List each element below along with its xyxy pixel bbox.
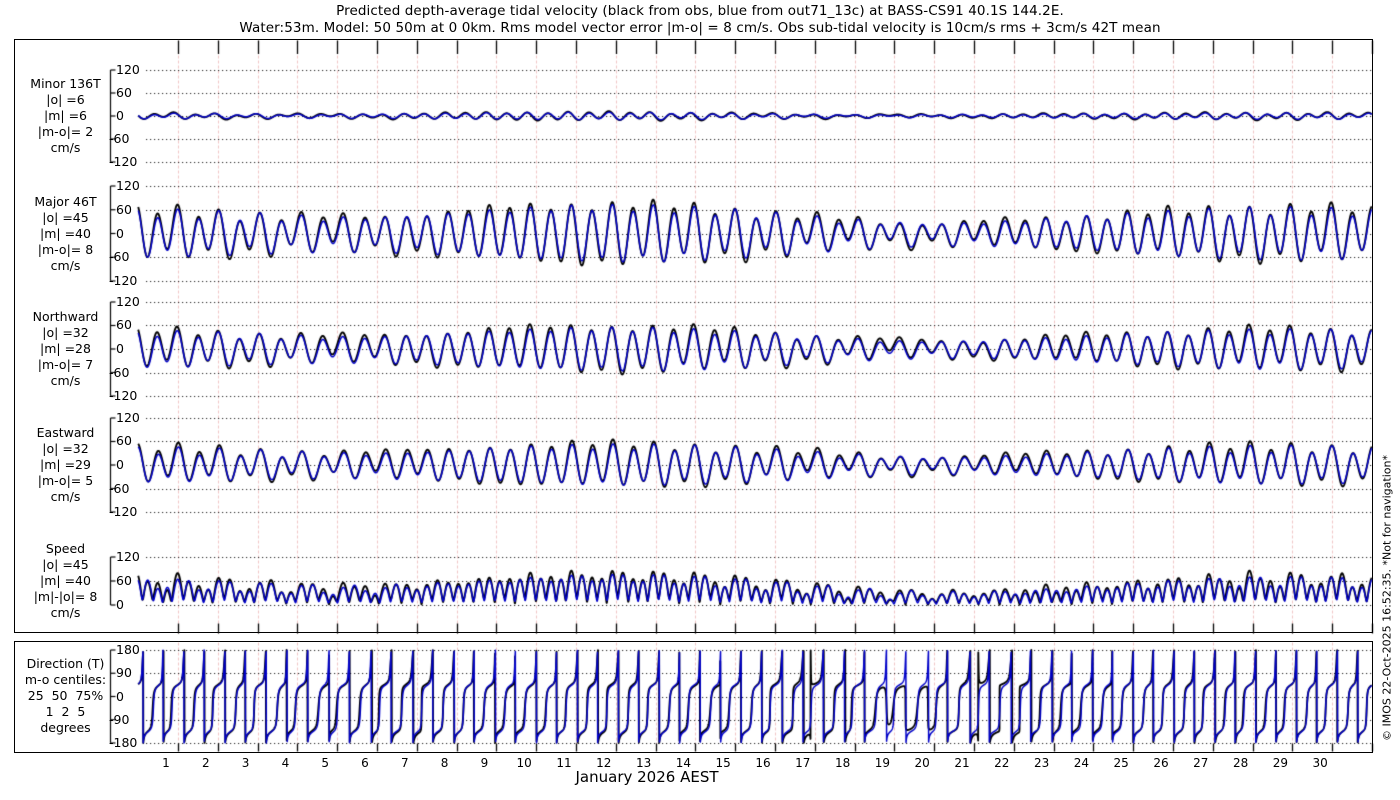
y-tick-label: 60 <box>116 202 132 218</box>
x-tick-label-day: 22 <box>989 756 1015 770</box>
y-tick-label: -180 <box>109 735 137 751</box>
panel-label-line: |o| =6 <box>0 92 131 108</box>
x-tick-label-day: 9 <box>471 756 497 770</box>
x-tick-label-day: 24 <box>1068 756 1094 770</box>
credit-watermark: © IMOS 22-Oct-2025 16:52:35. *Not for na… <box>1381 455 1394 741</box>
tidal-velocity-plot-page: Predicted depth-average tidal velocity (… <box>0 0 1400 800</box>
x-tick-label-day: 6 <box>352 756 378 770</box>
x-tick-label-day: 21 <box>949 756 975 770</box>
y-tick-label: 120 <box>116 62 140 78</box>
panel-label-speed: Speed|o| =45|m| =40|m|-|o|= 8cm/s <box>0 541 131 621</box>
panel-label-line: |m| =40 <box>0 226 131 242</box>
plot-title: Predicted depth-average tidal velocity (… <box>0 3 1400 19</box>
panel-label-line: Direction (T) <box>0 656 131 672</box>
y-tick-label: -120 <box>109 154 137 170</box>
y-tick-label: 0 <box>116 457 124 473</box>
y-tick-label: 0 <box>116 226 124 242</box>
y-tick-label: -120 <box>109 504 137 520</box>
y-tick-label: -60 <box>109 249 129 265</box>
x-tick-label-day: 10 <box>511 756 537 770</box>
velocity-panels-frame <box>14 39 1373 633</box>
y-tick-label: 0 <box>116 108 124 124</box>
x-tick-label-day: 8 <box>432 756 458 770</box>
y-tick-label: 90 <box>116 665 132 681</box>
panel-label-line: Major 46T <box>0 194 131 210</box>
panel-label-line: |o| =45 <box>0 557 131 573</box>
panel-label-line: |m|-|o|= 8 <box>0 589 131 605</box>
y-tick-label: 0 <box>116 689 124 705</box>
x-tick-label-day: 2 <box>193 756 219 770</box>
panel-label-line: Eastward <box>0 425 131 441</box>
x-tick-label-day: 17 <box>790 756 816 770</box>
panel-label-line: |o| =32 <box>0 441 131 457</box>
y-tick-label: 120 <box>116 549 140 565</box>
y-tick-label: -120 <box>109 273 137 289</box>
x-tick-label-day: 29 <box>1267 756 1293 770</box>
y-tick-label: -60 <box>109 481 129 497</box>
x-tick-label-day: 4 <box>272 756 298 770</box>
panel-label-line: Northward <box>0 309 131 325</box>
y-tick-label: 60 <box>116 433 132 449</box>
panel-label-line: |m| =28 <box>0 341 131 357</box>
panel-label-line: |o| =45 <box>0 210 131 226</box>
x-tick-label-day: 23 <box>1029 756 1055 770</box>
y-tick-label: 0 <box>116 597 124 613</box>
y-tick-label: -60 <box>109 131 129 147</box>
x-tick-label-day: 18 <box>830 756 856 770</box>
x-axis-title: January 2026 AEST <box>576 768 719 786</box>
x-tick-label-day: 5 <box>312 756 338 770</box>
y-tick-label: 180 <box>116 642 140 658</box>
y-tick-label: 60 <box>116 85 132 101</box>
plot-subtitle: Water:53m. Model: 50 50m at 0 0km. Rms m… <box>0 20 1400 36</box>
y-tick-label: 60 <box>116 573 132 589</box>
direction-panel-frame <box>14 641 1373 753</box>
panel-label-line: |m| =29 <box>0 457 131 473</box>
y-tick-label: 120 <box>116 410 140 426</box>
panel-label-line: m-o centiles: <box>0 672 131 688</box>
x-tick-label-day: 11 <box>551 756 577 770</box>
x-tick-label-day: 7 <box>392 756 418 770</box>
y-tick-label: -60 <box>109 365 129 381</box>
x-tick-label-day: 28 <box>1228 756 1254 770</box>
x-tick-label-day: 19 <box>869 756 895 770</box>
panel-label-line: cm/s <box>0 605 131 621</box>
y-tick-label: 0 <box>116 341 124 357</box>
x-tick-label-day: 27 <box>1188 756 1214 770</box>
x-tick-label-day: 16 <box>750 756 776 770</box>
panel-label-line: |m| =40 <box>0 573 131 589</box>
x-tick-label-day: 1 <box>153 756 179 770</box>
y-tick-label: -120 <box>109 388 137 404</box>
panel-label-line: |o| =32 <box>0 325 131 341</box>
panel-label-line: |m| =6 <box>0 108 131 124</box>
y-tick-label: 120 <box>116 178 140 194</box>
panel-label-line: Minor 136T <box>0 76 131 92</box>
x-tick-label-day: 20 <box>909 756 935 770</box>
x-tick-label-day: 30 <box>1307 756 1333 770</box>
panel-label-line: 25 50 75% <box>0 688 131 704</box>
y-tick-label: 120 <box>116 294 140 310</box>
y-tick-label: 60 <box>116 317 132 333</box>
x-tick-label-day: 25 <box>1108 756 1134 770</box>
y-tick-label: -90 <box>109 712 129 728</box>
x-tick-label-day: 3 <box>233 756 259 770</box>
panel-label-line: Speed <box>0 541 131 557</box>
x-tick-label-day: 26 <box>1148 756 1174 770</box>
